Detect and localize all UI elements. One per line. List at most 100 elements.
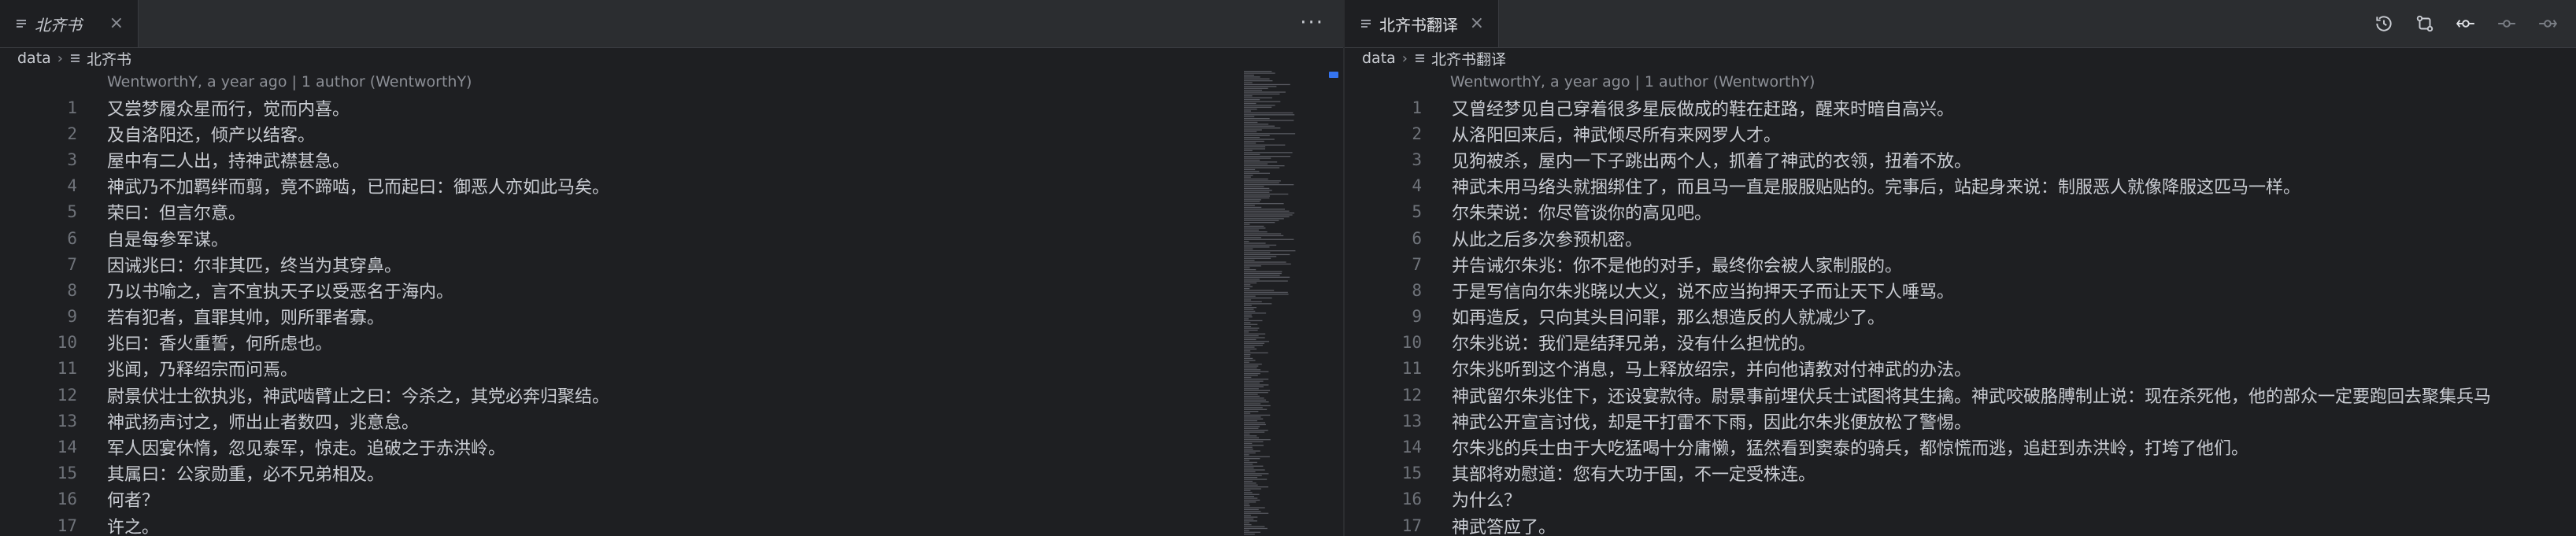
minimap-line xyxy=(1244,165,1285,167)
code-line[interactable]: 8 于是写信向尔朱兆晓以大义，说不应当拘押天子而让天下人唾骂。 xyxy=(1345,277,2576,303)
line-text: 若有犯者，直罪其帅，则所罪者寡。 xyxy=(107,309,385,329)
history-icon[interactable] xyxy=(2368,9,2400,38)
chevron-right-icon: › xyxy=(1401,50,1408,67)
scroll-position-marker[interactable] xyxy=(1329,72,1338,78)
code-line[interactable]: 15 其属曰：公家勋重，必不兄弟相及。 xyxy=(0,460,1343,486)
code-line[interactable]: 12 神武留尔朱兆住下，还设宴款待。尉景事前埋伏兵士试图将其生擒。神武咬破胳膊制止… xyxy=(1345,382,2576,408)
code-line[interactable]: 6 自是每参军谋。 xyxy=(0,225,1343,251)
code-line[interactable]: 9 如再造反，只向其头目问罪，那么想造反的人就减少了。 xyxy=(1345,304,2576,330)
code-line[interactable]: 1 又曾经梦见自己穿着很多星辰做成的鞋在赶路，醒来时暗自高兴。 xyxy=(1345,94,2576,120)
line-text: 如再造反，只向其头目问罪，那么想造反的人就减少了。 xyxy=(1452,309,1886,329)
line-number: 15 xyxy=(57,464,77,483)
code-line[interactable]: 14 军人因宴休惰，忽见泰军，惊走。追破之于赤洪岭。 xyxy=(0,434,1343,460)
code-line[interactable]: 5 荣曰：但言尔意。 xyxy=(0,199,1343,225)
breadcrumb-folder[interactable]: data xyxy=(1362,50,1396,67)
minimap-line xyxy=(1244,74,1254,76)
minimap-line xyxy=(1244,327,1260,329)
compare-changes-icon[interactable] xyxy=(2409,9,2441,38)
code-line[interactable]: 13 神武公开宣言讨伐，却是干打雷不下雨，因此尔朱兆便放松了警惕。 xyxy=(1345,408,2576,434)
minimap-line xyxy=(1244,384,1269,386)
text-file-icon xyxy=(1416,52,1425,65)
minimap-line xyxy=(1244,286,1253,287)
minimap-line xyxy=(1244,414,1271,416)
code-line[interactable]: 4 神武乃不加羁绊而翦，竟不蹄啮，已而起曰：御恶人亦如此马矣。 xyxy=(0,173,1343,199)
code-line[interactable]: 17 神武答应了。 xyxy=(1345,512,2576,536)
minimap-line xyxy=(1244,242,1266,244)
code-line[interactable]: 2 及自洛阳还，倾产以结客。 xyxy=(0,120,1343,146)
git-blame-annotation[interactable]: WentworthY, a year ago | 1 author (Wentw… xyxy=(1450,73,1815,91)
breadcrumb-file[interactable]: 北齐书 xyxy=(87,48,131,69)
minimap-line xyxy=(1244,299,1252,301)
minimap-line xyxy=(1244,133,1296,135)
minimap-line xyxy=(1244,142,1257,144)
code-line[interactable]: 11 尔朱兆听到这个消息，马上释放绍宗，并向他请教对付神武的办法。 xyxy=(1345,356,2576,382)
tab-beiqishu-translation[interactable]: 北齐书翻译 × xyxy=(1345,0,1499,47)
previous-change-icon[interactable] xyxy=(2491,9,2522,38)
line-text: 自是每参军谋。 xyxy=(107,230,229,250)
minimap-line xyxy=(1244,407,1263,408)
line-number: 7 xyxy=(67,254,77,274)
line-number: 11 xyxy=(1401,359,1422,379)
minimap-line xyxy=(1244,90,1263,91)
minimap-line xyxy=(1244,86,1277,87)
code-line[interactable]: 5 尔朱荣说：你尽管谈你的高见吧。 xyxy=(1345,199,2576,225)
minimap-line xyxy=(1244,461,1257,464)
minimap-line xyxy=(1244,114,1295,116)
code-line[interactable]: 3 屋中有二人出，持神武襟甚急。 xyxy=(0,146,1343,172)
code-line[interactable]: 1 又尝梦履众星而行，觉而内喜。 xyxy=(0,94,1343,120)
minimap-line xyxy=(1244,303,1272,305)
code-line[interactable]: 12 尉景伏壮士欲执兆，神武啮臂止之曰：今杀之，其党必奔归聚结。 xyxy=(0,382,1343,408)
line-text: 神武未用马络头就捆绑住了，而且马一直是服服贴贴的。完事后，站起身来说：制服恶人就… xyxy=(1452,178,2301,198)
code-line[interactable]: 10 兆曰：香火重誓，何所虑也。 xyxy=(0,330,1343,356)
code-line[interactable]: 7 因诫兆曰：尔非其匹，终当为其穿鼻。 xyxy=(0,251,1343,277)
next-change-icon[interactable] xyxy=(2532,9,2563,38)
code-line[interactable]: 15 其部将劝慰道：您有大功于国，不一定受株连。 xyxy=(1345,460,2576,486)
line-number: 2 xyxy=(67,124,77,143)
code-line[interactable]: 9 若有犯者，直罪其帅，则所罪者寡。 xyxy=(0,304,1343,330)
code-line[interactable]: 2 从洛阳回来后，神武倾尽所有来网罗人才。 xyxy=(1345,120,2576,146)
minimap-line xyxy=(1244,333,1266,335)
minimap-line xyxy=(1244,231,1268,233)
code-line[interactable]: 13 神武扬声讨之，师出止者数四，兆意怠。 xyxy=(0,408,1343,434)
breadcrumb-file[interactable]: 北齐书翻译 xyxy=(1431,48,1506,69)
line-number: 4 xyxy=(1412,176,1422,196)
code-line[interactable]: 4 神武未用马络头就捆绑住了，而且马一直是服服贴贴的。完事后，站起身来说：制服恶人… xyxy=(1345,173,2576,199)
code-line[interactable]: 11 兆闻，乃释绍宗而问焉。 xyxy=(0,356,1343,382)
code-line[interactable]: 16 何者？ xyxy=(0,486,1343,512)
code-line[interactable]: 7 并告诫尔朱兆：你不是他的对手，最终你会被人家制服的。 xyxy=(1345,251,2576,277)
code-editor[interactable]: 1 又曾经梦见自己穿着很多星辰做成的鞋在赶路，醒来时暗自高兴。 2 从洛阳回来后，神武… xyxy=(1345,94,2576,536)
minimap-line xyxy=(1244,102,1257,105)
code-line[interactable]: 16 为什么？ xyxy=(1345,486,2576,512)
code-line[interactable]: 17 许之。 xyxy=(0,512,1343,536)
line-text: 其部将劝慰道：您有大功于国，不一定受株连。 xyxy=(1452,465,1816,486)
code-line[interactable]: 8 乃以书喻之，言不宜执天子以受恶名于海内。 xyxy=(0,277,1343,303)
code-editor[interactable]: 1 又尝梦履众星而行，觉而内喜。 2 及自洛阳还，倾产以结客。 3 屋中有二人出，持神武襟… xyxy=(0,94,1343,536)
minimap-line xyxy=(1244,475,1262,476)
more-actions-button[interactable]: ··· xyxy=(1300,11,1324,35)
code-line[interactable]: 3 见狗被杀，屋内一下子跳出两个人，抓着了神武的衣领，扭着不放。 xyxy=(1345,146,2576,172)
close-icon[interactable]: × xyxy=(1470,15,1484,32)
code-line[interactable]: 14 尔朱兆的兵士由于大吃猛喝十分庸懒，猛然看到窦泰的骑兵，都惊慌而逃，追赶到赤洪… xyxy=(1345,434,2576,460)
minimap[interactable] xyxy=(1238,69,1332,536)
tab-beiqishu[interactable]: 北齐书 × xyxy=(0,0,139,47)
breadcrumb-folder[interactable]: data xyxy=(17,50,51,67)
open-changes-icon[interactable] xyxy=(2450,9,2482,38)
git-blame-annotation[interactable]: WentworthY, a year ago | 1 author (Wentw… xyxy=(107,73,472,91)
close-icon[interactable]: × xyxy=(109,15,124,32)
line-text: 其属曰：公家勋重，必不兄弟相及。 xyxy=(107,465,385,486)
minimap-line xyxy=(1244,222,1275,224)
minimap-line xyxy=(1244,110,1252,112)
line-number: 3 xyxy=(67,150,77,169)
code-line[interactable]: 10 尔朱兆说：我们是结拜兄弟，没有什么担忧的。 xyxy=(1345,330,2576,356)
minimap-line xyxy=(1244,244,1277,246)
minimap-line xyxy=(1244,301,1262,303)
minimap-line xyxy=(1244,276,1290,278)
minimap-line xyxy=(1244,431,1265,433)
minimap-line xyxy=(1244,218,1284,220)
code-line[interactable]: 6 从此之后多次参预机密。 xyxy=(1345,225,2576,251)
minimap-line xyxy=(1244,524,1252,526)
minimap-line xyxy=(1244,435,1257,437)
line-number: 8 xyxy=(1412,280,1422,300)
minimap-line xyxy=(1244,335,1259,337)
line-text: 神武公开宣言讨伐，却是干打雷不下雨，因此尔朱兆便放松了警惕。 xyxy=(1452,412,1972,433)
